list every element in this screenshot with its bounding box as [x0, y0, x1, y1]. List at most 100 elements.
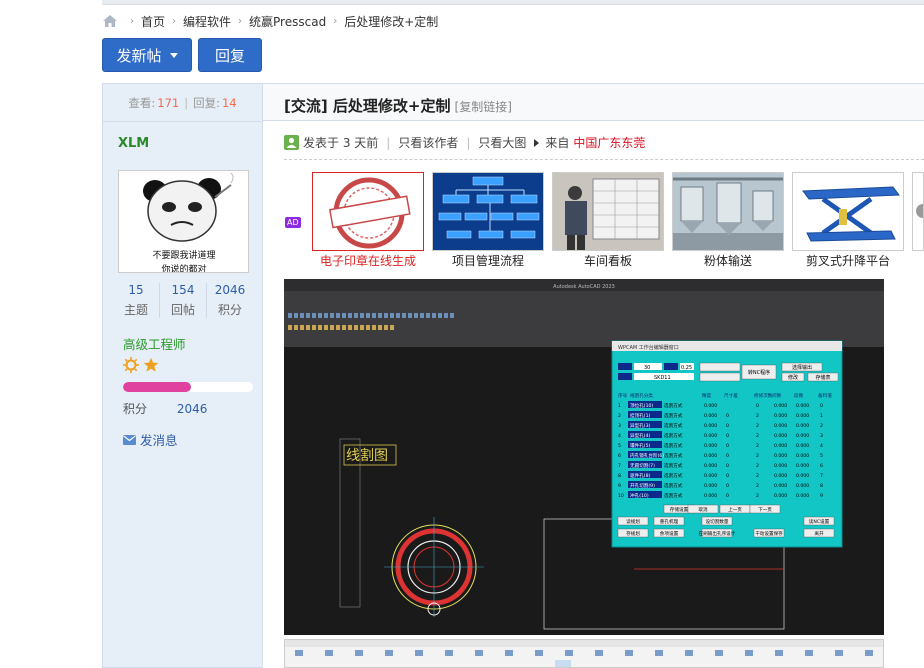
svg-text:0.000: 0.000 — [796, 463, 809, 469]
breadcrumb-thread[interactable]: 后处理修改+定制 — [344, 13, 438, 30]
author-stats: 15 主题 154 回帖 2046 积分 — [113, 283, 253, 318]
avatar[interactable]: 不要跟我讲道理 你说的都对 — [118, 170, 249, 273]
svg-text:0.000: 0.000 — [774, 463, 787, 469]
svg-text:6: 6 — [618, 453, 621, 459]
svg-text:7: 7 — [820, 473, 823, 479]
svg-text:镶件孔(5): 镶件孔(5) — [630, 442, 650, 449]
user-icon — [284, 135, 299, 150]
ad-item-scissor-lift[interactable]: 剪叉式升降平台 — [792, 172, 904, 269]
cad-screenshot-2[interactable] — [284, 639, 884, 668]
stat-replies[interactable]: 154 回帖 — [160, 283, 207, 318]
sun-icon — [123, 357, 139, 373]
divider — [284, 159, 924, 160]
post-location: 中国广东东莞 — [573, 136, 646, 150]
scissor-lift-image — [793, 173, 903, 250]
svg-text:0.000: 0.000 — [774, 453, 787, 459]
top-strip — [102, 0, 924, 5]
svg-text:段数: 段数 — [794, 392, 804, 399]
send-message-link[interactable]: 发消息 — [123, 430, 178, 449]
post-title-text: [交流] 后处理修改+定制 — [284, 97, 451, 115]
svg-text:上一页: 上一页 — [728, 506, 742, 513]
svg-text:冲孔(10): 冲孔(10) — [630, 492, 649, 499]
svg-text:9: 9 — [618, 483, 621, 489]
svg-text:0.000: 0.000 — [774, 403, 787, 409]
svg-text:选割方式: 选割方式 — [664, 422, 683, 429]
svg-text:2: 2 — [756, 413, 759, 419]
copy-link[interactable]: [复制链接] — [455, 100, 512, 114]
svg-text:存规划: 存规划 — [626, 530, 640, 537]
ad-item-partial[interactable] — [912, 172, 924, 251]
breadcrumb: › 首页 › 编程软件 › 统赢Presscad › 后处理修改+定制 — [103, 13, 438, 29]
svg-text:0.000: 0.000 — [774, 493, 787, 499]
svg-text:挂顶孔(1): 挂顶孔(1) — [630, 412, 650, 419]
svg-text:顶位孔(10): 顶位孔(10) — [630, 402, 653, 409]
svg-text:0.000: 0.000 — [796, 453, 809, 459]
svg-text:0.000: 0.000 — [704, 423, 717, 429]
svg-text:4: 4 — [820, 443, 823, 449]
svg-text:10: 10 — [618, 493, 624, 499]
svg-text:选择输出: 选择输出 — [792, 364, 812, 371]
svg-text:0.000: 0.000 — [704, 493, 717, 499]
svg-text:0.000: 0.000 — [796, 483, 809, 489]
breadcrumb-category[interactable]: 编程软件 — [183, 13, 231, 30]
svg-text:30: 30 — [644, 365, 650, 371]
ad-item-powder-conveying[interactable]: 粉体输送 — [672, 172, 784, 269]
svg-text:9: 9 — [820, 493, 823, 499]
svg-text:0: 0 — [726, 453, 729, 459]
svg-text:0: 0 — [726, 473, 729, 479]
star-icon — [143, 357, 159, 372]
svg-text:异型孔(3): 异型孔(3) — [630, 422, 650, 429]
big-image-link[interactable]: 只看大图 — [478, 134, 526, 151]
svg-text:精度: 精度 — [702, 392, 712, 399]
svg-text:5: 5 — [820, 453, 823, 459]
svg-text:0.000: 0.000 — [796, 423, 809, 429]
panda-meme-image: 不要跟我讲道理 你说的都对 — [119, 171, 248, 272]
chevron-down-icon — [169, 52, 178, 58]
svg-text:重孔机理: 重孔机理 — [660, 518, 679, 525]
ad-item-seal[interactable]: 电子印章在线生成 — [312, 172, 424, 269]
svg-text:选割方式: 选割方式 — [664, 492, 683, 499]
svg-text:0.000: 0.000 — [796, 403, 809, 409]
svg-text:2: 2 — [756, 443, 759, 449]
svg-text:0: 0 — [726, 413, 729, 419]
author-name[interactable]: XLM — [118, 136, 149, 151]
svg-text:修修次数: 修修次数 — [754, 392, 773, 399]
breadcrumb-home[interactable]: 首页 — [141, 13, 165, 30]
new-post-button[interactable]: 发新帖 — [102, 38, 192, 72]
svg-text:选割方式: 选割方式 — [664, 452, 683, 459]
svg-text:在刷输出孔序设计: 在刷输出孔序设计 — [699, 530, 736, 537]
cad-screenshot[interactable]: Autodesk AutoCAD 2023 线割图 WPCAM 工作台编辑器窗口… — [284, 279, 884, 635]
svg-text:存储设置: 存储设置 — [670, 506, 689, 513]
breadcrumb-forum[interactable]: 统赢Presscad — [249, 13, 326, 30]
level-progress-bar — [123, 382, 253, 392]
svg-text:0.000: 0.000 — [796, 473, 809, 479]
svg-text:读NC设置: 读NC设置 — [809, 518, 830, 525]
ad-item-workshop-board[interactable]: 车间看板 — [552, 172, 664, 269]
svg-text:备料值: 备料值 — [818, 392, 832, 399]
svg-text:8: 8 — [820, 483, 823, 489]
svg-text:余项设置: 余项设置 — [660, 530, 679, 537]
flowchart-image — [433, 173, 543, 250]
svg-text:0: 0 — [756, 403, 759, 409]
svg-text:选割方式: 选割方式 — [664, 442, 683, 449]
author-rank[interactable]: 高级工程师 — [123, 334, 186, 353]
svg-text:0.000: 0.000 — [796, 413, 809, 419]
ad-item-project-flow[interactable]: 项目管理流程 — [432, 172, 544, 269]
thread-stats: 查看: 171 | 回复: 14 — [103, 84, 262, 122]
author-only-link[interactable]: 只看该作者 — [398, 134, 458, 151]
reply-button[interactable]: 回复 — [198, 38, 262, 72]
svg-text:0.000: 0.000 — [774, 443, 787, 449]
home-icon[interactable] — [103, 15, 117, 27]
svg-text:0.000: 0.000 — [774, 413, 787, 419]
cad-app-title: Autodesk AutoCAD 2023 — [553, 284, 615, 290]
triangle-right-icon — [534, 138, 540, 147]
partial-ad-image — [916, 204, 923, 218]
ad-badge: AD — [285, 217, 301, 228]
stat-topics[interactable]: 15 主题 — [113, 283, 160, 318]
reply-label: 回复 — [214, 46, 245, 65]
svg-text:转NC程序: 转NC程序 — [748, 369, 770, 376]
svg-text:开孔切割(9): 开孔切割(9) — [630, 482, 655, 489]
svg-text:0.25: 0.25 — [681, 365, 692, 371]
svg-text:0.000: 0.000 — [704, 473, 717, 479]
svg-text:选割方式: 选割方式 — [664, 402, 683, 409]
